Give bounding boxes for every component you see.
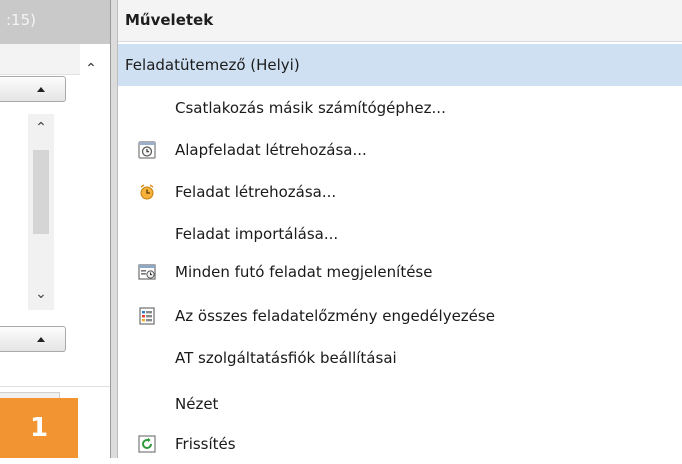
step-badge: 1 bbox=[0, 398, 78, 458]
collapse-button[interactable] bbox=[0, 76, 66, 102]
divider bbox=[0, 386, 112, 387]
action-label: AT szolgáltatásfiók beállításai bbox=[175, 349, 397, 367]
triangle-up-icon bbox=[37, 87, 45, 92]
triangle-up-icon bbox=[37, 337, 45, 342]
action-create-task[interactable]: Feladat létrehozása... bbox=[118, 172, 682, 212]
action-label: Minden futó feladat megjelenítése bbox=[175, 263, 433, 281]
action-import-task[interactable]: Feladat importálása... bbox=[118, 214, 682, 254]
left-title-fragment: :15) bbox=[0, 0, 112, 44]
action-label: Feladat importálása... bbox=[175, 225, 339, 243]
action-view[interactable]: Nézet bbox=[118, 384, 682, 424]
chevron-up-icon[interactable]: ⌃ bbox=[80, 58, 102, 80]
left-column-header bbox=[0, 44, 80, 75]
scroll-up-icon[interactable]: ⌃ bbox=[28, 118, 54, 138]
running-tasks-icon bbox=[138, 264, 156, 280]
vertical-scrollbar[interactable]: ⌃ ⌄ bbox=[28, 114, 54, 310]
collapse-button-2[interactable] bbox=[0, 326, 66, 352]
action-show-running-tasks[interactable]: Minden futó feladat megjelenítése bbox=[118, 252, 682, 292]
action-create-basic-task[interactable]: Alapfeladat létrehozása... bbox=[118, 130, 682, 170]
action-connect-computer[interactable]: Csatlakozás másik számítógéphez... bbox=[118, 88, 682, 128]
actions-pane: Műveletek Feladatütemező (Helyi) Csatlak… bbox=[118, 0, 682, 458]
section-header-task-scheduler[interactable]: Feladatütemező (Helyi) bbox=[118, 44, 682, 86]
action-label: Nézet bbox=[175, 395, 219, 413]
refresh-icon bbox=[138, 435, 156, 453]
task-history-icon bbox=[139, 307, 155, 325]
create-task-icon bbox=[140, 184, 154, 200]
basic-task-icon bbox=[138, 141, 156, 159]
actions-header: Műveletek bbox=[118, 0, 682, 42]
action-label: Feladat létrehozása... bbox=[175, 183, 337, 201]
left-pane: :15) ⌃ ⌃ ⌄ 1 bbox=[0, 0, 112, 458]
action-label: Alapfeladat létrehozása... bbox=[175, 141, 367, 159]
action-label: Az összes feladatelőzmény engedélyezése bbox=[175, 307, 495, 325]
action-label: Frissítés bbox=[175, 435, 236, 453]
action-refresh[interactable]: Frissítés bbox=[118, 424, 682, 464]
action-label: Csatlakozás másik számítógéphez... bbox=[175, 99, 446, 117]
scroll-down-icon[interactable]: ⌄ bbox=[28, 284, 54, 304]
action-enable-task-history[interactable]: Az összes feladatelőzmény engedélyezése bbox=[118, 296, 682, 336]
scrollbar-thumb[interactable] bbox=[33, 150, 49, 234]
action-at-service-account[interactable]: AT szolgáltatásfiók beállításai bbox=[118, 338, 682, 378]
